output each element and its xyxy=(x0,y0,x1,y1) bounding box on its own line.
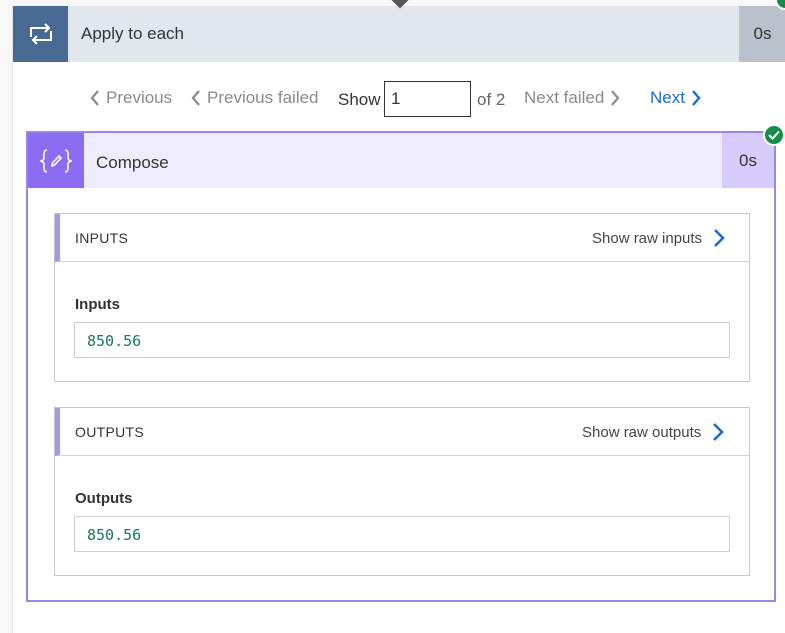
inputs-field-label: Inputs xyxy=(75,296,120,313)
inputs-section-title: INPUTS xyxy=(75,230,129,246)
iteration-number-input[interactable] xyxy=(384,81,471,117)
previous-failed-button[interactable]: Previous failed xyxy=(190,88,319,108)
show-raw-inputs-link[interactable]: Show raw inputs xyxy=(592,228,725,248)
chevron-right-icon xyxy=(692,90,701,106)
inputs-value-box[interactable]: 850.56 xyxy=(74,322,730,358)
previous-button[interactable]: Previous xyxy=(89,88,172,108)
next-failed-button[interactable]: Next failed xyxy=(524,88,621,108)
previous-failed-label: Previous failed xyxy=(207,88,319,107)
apply-to-each-title: Apply to each xyxy=(81,24,185,43)
show-raw-outputs-link[interactable]: Show raw outputs xyxy=(582,422,725,442)
compose-action-card: Compose 0s INPUTS Show raw inputs Inputs… xyxy=(26,124,785,602)
apply-to-each-duration: 0s xyxy=(739,6,785,62)
chevron-right-icon xyxy=(714,229,725,247)
compose-icon xyxy=(28,133,84,188)
outputs-section: OUTPUTS Show raw outputs Outputs 850.56 xyxy=(54,407,750,576)
compose-header[interactable]: Compose 0s xyxy=(28,133,774,188)
next-failed-label: Next failed xyxy=(524,88,605,107)
outputs-section-header: OUTPUTS Show raw outputs xyxy=(55,408,749,456)
show-raw-outputs-label: Show raw outputs xyxy=(582,423,702,441)
compose-success-check-icon xyxy=(763,124,785,146)
outputs-section-title: OUTPUTS xyxy=(75,424,144,440)
next-label: Next xyxy=(650,88,685,107)
inputs-value: 850.56 xyxy=(87,332,142,350)
inputs-section: INPUTS Show raw inputs Inputs 850.56 xyxy=(54,213,750,382)
outputs-field-label: Outputs xyxy=(75,490,133,507)
chevron-right-icon xyxy=(611,90,620,106)
next-button[interactable]: Next xyxy=(650,88,702,108)
iteration-pager: Previous Previous failed Show of 2 Next … xyxy=(0,80,785,120)
chevron-left-icon xyxy=(90,90,99,106)
outputs-value-box[interactable]: 850.56 xyxy=(74,516,730,552)
show-label: Show xyxy=(338,90,381,109)
show-raw-inputs-label: Show raw inputs xyxy=(592,229,703,247)
previous-label: Previous xyxy=(106,88,173,107)
chevron-left-icon xyxy=(191,90,200,106)
inputs-section-header: INPUTS Show raw inputs xyxy=(55,214,749,262)
loop-icon xyxy=(13,6,68,62)
chevron-right-icon xyxy=(713,423,725,441)
iteration-total-label: of 2 xyxy=(477,90,506,109)
compose-title: Compose xyxy=(96,153,169,172)
outputs-value: 850.56 xyxy=(87,526,142,544)
apply-to-each-header[interactable]: Apply to each 0s xyxy=(13,6,785,62)
